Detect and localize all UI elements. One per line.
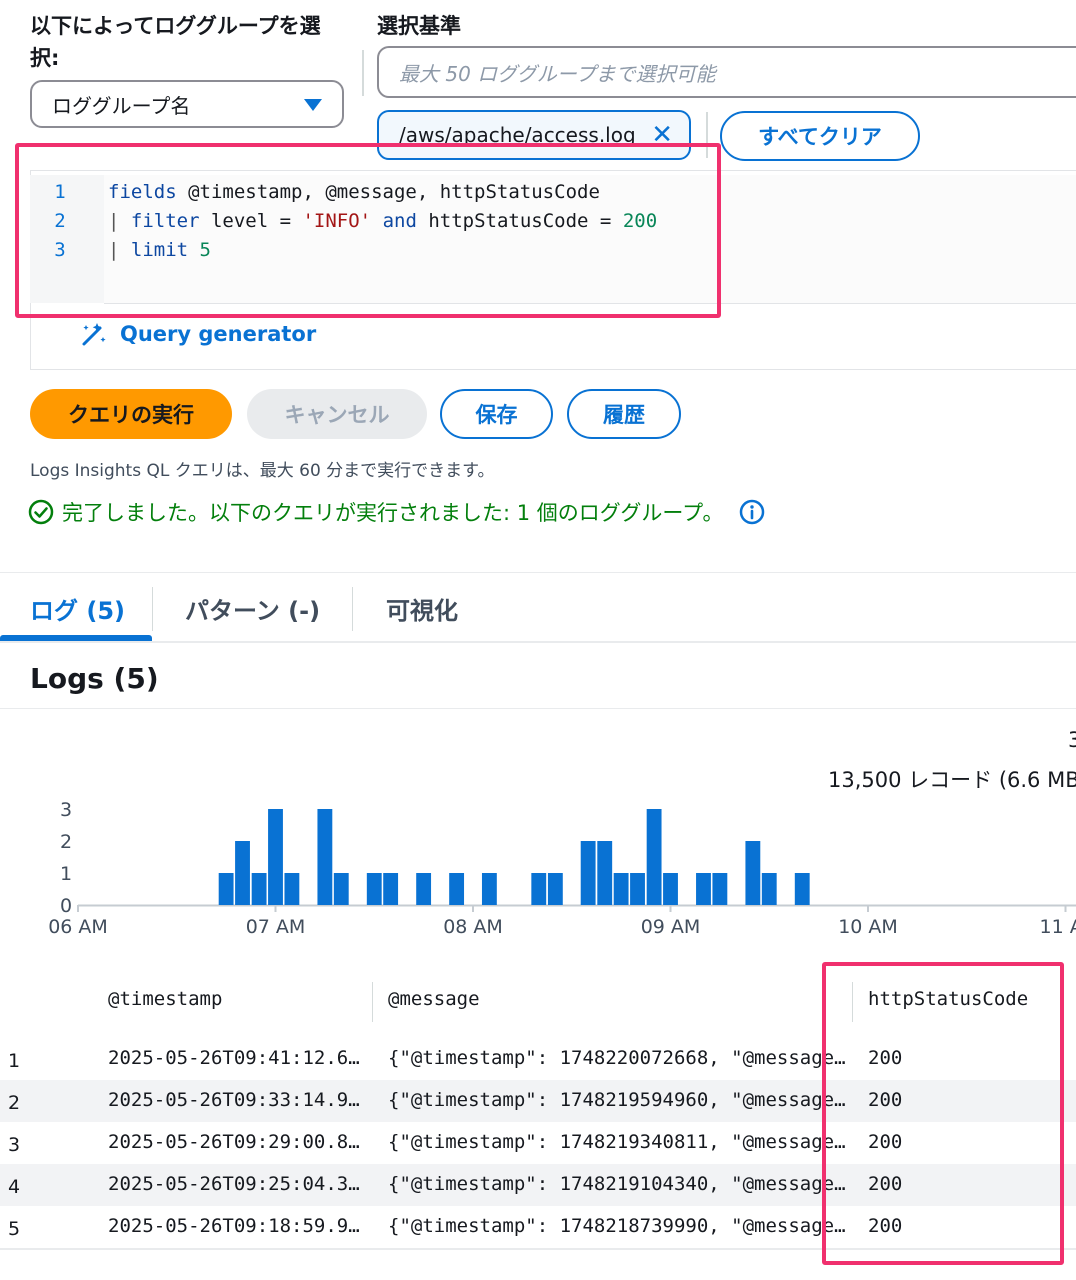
history-button[interactable]: 履歴 [567,389,681,439]
magic-wand-icon [82,323,106,346]
cell-message: {"@timestamp": 1748219104340, "@message… [388,1173,846,1195]
highlight-annotation-status-column [822,962,1064,1265]
run-query-button[interactable]: クエリの実行 [30,389,232,439]
histogram-bar[interactable] [531,873,547,905]
y-tick-label: 3 [60,799,72,821]
column-header-timestamp[interactable]: @timestamp [108,988,222,1010]
row-number: 3 [8,1134,21,1156]
cell-timestamp: 2025-05-26T09:33:14.9… [108,1089,360,1111]
results-tabs: ログ (5) パターン (-) 可視化 [0,585,1076,643]
status-message: 完了しました。以下のクエリが実行されました: 1 個のロググループ。 [28,497,765,527]
column-header-message[interactable]: @message [388,988,480,1010]
tab-logs[interactable]: ログ (5) [30,591,125,626]
cell-message: {"@timestamp": 1748219340811, "@message… [388,1131,846,1153]
info-icon[interactable] [739,499,765,525]
logs-heading-divider [0,708,1076,709]
search-placeholder: 最大 50 ロググループまで選択可能 [399,61,716,86]
histogram-bar[interactable] [218,873,234,905]
histogram-bar[interactable] [481,873,497,905]
histogram-bar[interactable] [696,873,711,905]
histogram-bar[interactable] [284,873,300,905]
row-number: 5 [8,1218,21,1240]
tabs-divider [0,641,1076,643]
cell-timestamp: 2025-05-26T09:18:59.9… [108,1215,360,1237]
histogram-bar[interactable] [449,873,465,905]
histogram-bar[interactable] [630,873,645,905]
x-tick-label: 06 AM [48,916,108,938]
highlight-annotation-query [15,143,721,318]
histogram-bar[interactable] [235,841,250,905]
row-number: 4 [8,1176,21,1198]
cell-timestamp: 2025-05-26T09:25:04.3… [108,1173,360,1195]
query-time-limit-info: Logs Insights QL クエリは、最大 60 分まで実行できます。 [30,461,495,481]
histogram-bar[interactable] [251,873,267,905]
histogram-bar[interactable] [646,809,662,905]
y-tick-label: 2 [60,831,72,853]
log-group-selector-label: 以下によってロググループを選択: [30,14,321,70]
tab-separator [152,587,153,631]
histogram-bar[interactable] [663,873,678,905]
histogram-bar[interactable] [317,809,333,905]
histogram-bar[interactable] [597,841,613,905]
dropdown-value: ロググループ名 [52,93,191,118]
histogram-bar[interactable] [712,873,728,905]
cell-message: {"@timestamp": 1748220072668, "@message… [388,1047,846,1069]
histogram-bar[interactable] [383,873,399,905]
cell-timestamp: 2025-05-26T09:29:00.8… [108,1131,360,1153]
cell-message: {"@timestamp": 1748218739990, "@message… [388,1215,846,1237]
histogram-bar[interactable] [547,873,563,905]
histogram-bar[interactable] [333,873,349,905]
success-check-icon [28,499,54,525]
save-button[interactable]: 保存 [440,389,553,439]
histogram-bar[interactable] [580,841,596,905]
tab-patterns[interactable]: パターン (-) [185,591,320,626]
histogram-bar[interactable] [745,841,761,905]
log-group-selector-dropdown[interactable]: ロググループ名 [30,80,344,128]
logs-heading: Logs (5) [30,662,159,695]
log-histogram-chart: 3 2 1 006 AM 07 AM 08 AM 09 AM 10 AM 11 A [48,799,1076,938]
histogram-bar[interactable] [761,873,777,905]
cell-message: {"@timestamp": 1748219594960, "@message… [388,1089,846,1111]
row-number: 2 [8,1092,21,1114]
histogram-bar[interactable] [268,809,283,905]
x-tick-label: 11 A [1040,916,1076,938]
y-tick-label: 1 [60,863,72,885]
x-tick-label: 07 AM [246,916,306,938]
histogram-bar[interactable] [613,873,629,905]
log-group-search-input[interactable]: 最大 50 ロググループまで選択可能 [377,46,1076,98]
x-tick-label: 10 AM [838,916,898,938]
clear-all-button[interactable]: すべてクリア [720,111,920,161]
tab-visualization[interactable]: 可視化 [386,591,458,626]
caret-down-icon [304,99,322,111]
x-tick-label: 09 AM [641,916,701,938]
query-generator-label: Query generator [120,322,317,346]
row-number: 1 [8,1050,21,1072]
cell-timestamp: 2025-05-26T09:41:12.6… [108,1047,360,1069]
column-separator [372,982,373,1022]
vertical-divider [362,50,364,96]
histogram-bar[interactable] [366,873,382,905]
section-divider [0,572,1076,573]
tab-separator [352,587,353,631]
cut-off-text: 3 [1068,728,1076,752]
y-tick-label: 0 [60,895,72,917]
x-tick-label: 08 AM [443,916,503,938]
histogram-bar[interactable] [794,873,810,905]
cancel-button[interactable]: キャンセル [247,389,427,439]
status-text: 完了しました。以下のクエリが実行されました: 1 個のロググループ。 [62,501,724,525]
criteria-label: 選択基準 [377,14,461,38]
query-generator-link[interactable]: Query generator [80,320,316,348]
histogram-bar[interactable] [416,873,432,905]
